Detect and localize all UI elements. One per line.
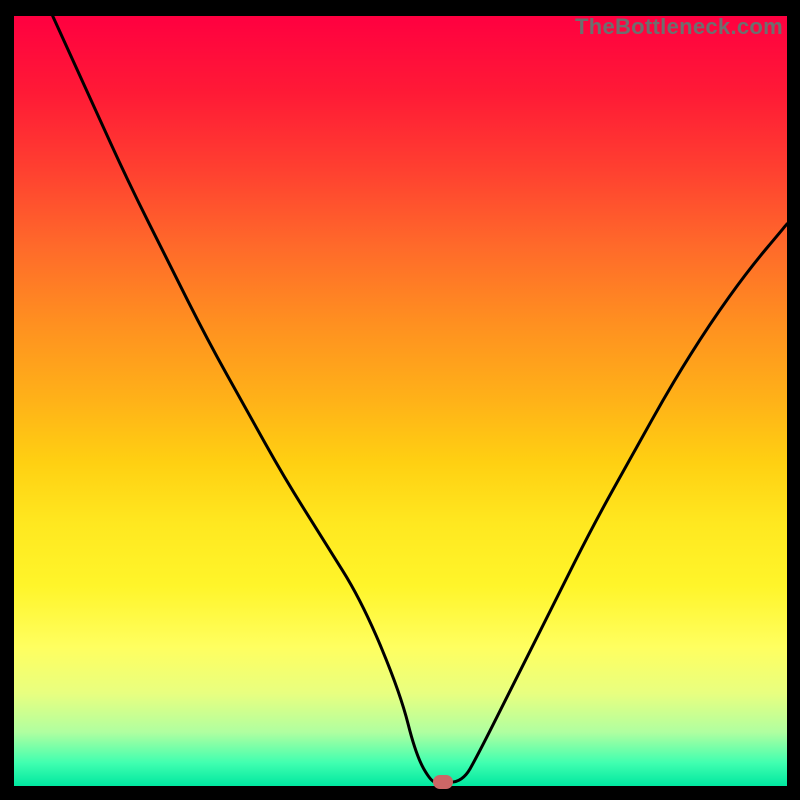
bottleneck-curve — [14, 16, 787, 786]
chart-container: TheBottleneck.com — [0, 0, 800, 800]
optimal-point-marker — [433, 775, 453, 789]
plot-area: TheBottleneck.com — [14, 16, 787, 786]
